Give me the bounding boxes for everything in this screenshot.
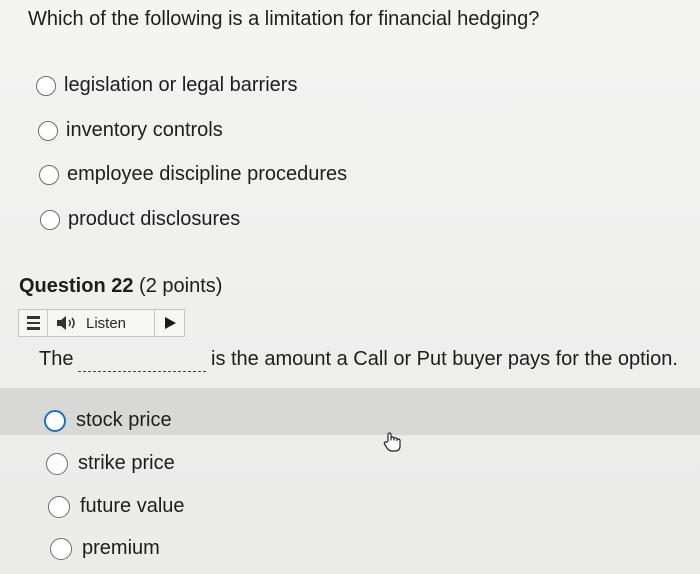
question-points: (2 points): [139, 275, 223, 297]
fill-in-blank: [78, 371, 206, 372]
question-title: Question 22 (2 points): [19, 275, 222, 298]
option-inventory-controls[interactable]: inventory controls: [38, 119, 223, 142]
hand-cursor-icon: [383, 432, 401, 452]
listen-toolbar: Listen: [18, 309, 185, 337]
listen-label: Listen: [86, 314, 127, 332]
listen-button[interactable]: Listen: [48, 310, 155, 336]
question-number: Question 22: [19, 275, 134, 297]
sentence-end: is the amount a Call or Put buyer pays f…: [211, 348, 678, 370]
radio-button-focused[interactable]: [44, 409, 66, 432]
radio-button[interactable]: [40, 209, 60, 230]
menu-icon[interactable]: [19, 310, 48, 336]
option-label: strike price: [78, 452, 175, 474]
sentence-start: The: [39, 348, 74, 370]
question-text: Which of the following is a limitation f…: [28, 8, 540, 30]
radio-button[interactable]: [36, 75, 56, 96]
option-label: employee discipline procedures: [67, 163, 348, 185]
option-label: future value: [80, 495, 185, 517]
option-label: legislation or legal barriers: [64, 74, 298, 96]
radio-button[interactable]: [48, 495, 70, 518]
speaker-icon: [57, 316, 75, 330]
option-strike-price[interactable]: strike price: [46, 452, 175, 475]
radio-button[interactable]: [38, 120, 58, 141]
option-label: stock price: [76, 409, 172, 431]
option-label: product disclosures: [68, 208, 241, 230]
option-product-disclosures[interactable]: product disclosures: [40, 208, 240, 231]
play-button[interactable]: [155, 316, 184, 330]
option-employee-discipline[interactable]: employee discipline procedures: [39, 163, 347, 186]
option-legislation[interactable]: legislation or legal barriers: [36, 74, 297, 97]
radio-button[interactable]: [39, 164, 59, 185]
option-label: premium: [82, 537, 160, 559]
radio-button[interactable]: [46, 452, 68, 475]
option-premium[interactable]: premium: [50, 537, 160, 560]
option-stock-price[interactable]: stock price: [44, 409, 172, 432]
option-future-value[interactable]: future value: [48, 495, 185, 518]
option-label: inventory controls: [66, 119, 223, 141]
play-icon: [164, 317, 176, 329]
radio-button[interactable]: [50, 537, 72, 560]
